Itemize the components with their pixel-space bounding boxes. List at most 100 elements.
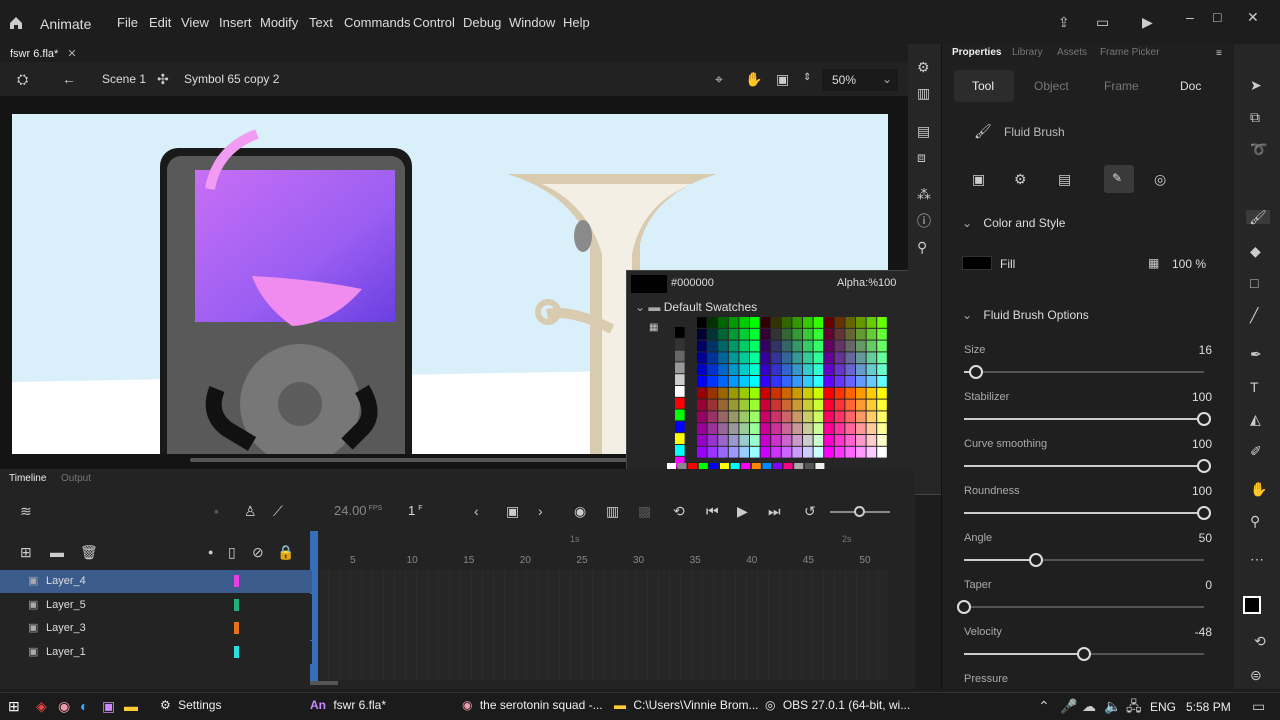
add-folder-icon[interactable]: ▬ (50, 545, 64, 559)
prev-keyframe-icon[interactable]: ‹ (474, 504, 479, 518)
swatch-cell[interactable] (739, 328, 749, 340)
clock[interactable]: 5:58 PM (1186, 700, 1231, 714)
swatch-cell[interactable] (834, 387, 845, 399)
explorer-icon[interactable]: ▬ (124, 699, 138, 713)
swatch-cell[interactable] (834, 317, 845, 328)
swatch-cell[interactable] (824, 435, 834, 446)
onion-skin-icon[interactable]: ◉ (574, 504, 586, 518)
swatch-cell[interactable] (781, 364, 792, 375)
swatch-cell[interactable] (728, 340, 739, 352)
lasso-icon[interactable]: ➰ (1250, 142, 1267, 156)
swatch-folder[interactable]: ⌄ ▬ Default Swatches (635, 300, 757, 314)
swatch-cell[interactable] (771, 387, 781, 399)
menu-insert[interactable]: Insert (219, 15, 252, 30)
play-icon[interactable]: ▶ (1142, 15, 1153, 29)
layer-name[interactable]: Layer_5 (46, 599, 86, 611)
menu-help[interactable]: Help (563, 15, 590, 30)
swatch-cell[interactable] (739, 352, 749, 364)
swatch-cell[interactable] (781, 328, 792, 340)
menu-modify[interactable]: Modify (260, 15, 298, 30)
swatch-cell[interactable] (697, 387, 707, 399)
swatch-cell[interactable] (750, 411, 760, 423)
free-transform-icon[interactable]: ⧉ (1250, 110, 1260, 124)
swatch-cell[interactable] (792, 352, 802, 364)
swatch-cell[interactable] (877, 446, 887, 458)
workspace-icon[interactable]: ▭ (1096, 15, 1109, 29)
swatch-cell[interactable] (675, 350, 685, 362)
clip-icon[interactable]: ▣ (776, 72, 789, 86)
menu-view[interactable]: View (181, 15, 209, 30)
home-icon[interactable] (8, 15, 24, 31)
swatch-cell[interactable] (750, 446, 760, 458)
more-tools-icon[interactable]: ⋯ (1250, 552, 1264, 566)
layer-color-swatch[interactable] (234, 622, 239, 634)
swatch-cell[interactable] (718, 340, 728, 352)
swatch-cell[interactable] (781, 376, 792, 387)
fill-swatch[interactable] (962, 256, 992, 270)
volume-icon[interactable]: 🔈 (1104, 699, 1121, 713)
swatch-cell[interactable] (877, 435, 887, 446)
stroke-color-swatch[interactable] (1243, 596, 1261, 614)
slider-knob[interactable] (1197, 412, 1211, 426)
slider-knob[interactable] (1029, 553, 1043, 567)
swatch-cell[interactable] (877, 423, 887, 434)
swatch-cell[interactable] (803, 376, 813, 387)
swatch-cell[interactable] (781, 423, 792, 434)
swatch-cell[interactable] (834, 399, 845, 411)
notifications-icon[interactable]: ▭ (1252, 699, 1265, 713)
center-stage-icon[interactable]: ⌖ (715, 72, 723, 86)
swatch-cell[interactable] (707, 364, 718, 375)
align-icon[interactable]: ▤ (917, 124, 930, 138)
layer-color-swatch[interactable] (234, 575, 239, 587)
swatch-cell[interactable] (866, 423, 877, 434)
rectangle-icon[interactable]: □ (1250, 276, 1258, 290)
step-forward-icon[interactable]: ⏭ (768, 504, 781, 518)
swatch-cell[interactable] (866, 411, 877, 423)
swatch-cell[interactable] (781, 352, 792, 364)
swatch-cell[interactable] (707, 387, 718, 399)
back-arrow-icon[interactable]: ← (62, 72, 76, 86)
tab-timeline[interactable]: Timeline (9, 473, 46, 484)
motion-icon[interactable]: ⚙ (917, 60, 930, 74)
swatch-cell[interactable] (877, 387, 887, 399)
swatch-cell[interactable] (845, 364, 855, 375)
swatch-cell[interactable] (781, 399, 792, 411)
animate-taskbar-icon[interactable]: ▣ (102, 699, 115, 713)
swatch-cell[interactable] (866, 317, 877, 328)
swatch-cell[interactable] (760, 340, 771, 352)
swatch-cell[interactable] (707, 399, 718, 411)
swatch-cell[interactable] (824, 423, 834, 434)
swatch-cell[interactable] (739, 364, 749, 375)
swatch-cell[interactable] (697, 364, 707, 375)
swatch-cell[interactable] (866, 328, 877, 340)
swatch-cell[interactable] (707, 423, 718, 434)
swatch-cell[interactable] (675, 386, 685, 397)
swatch-cell[interactable] (803, 317, 813, 328)
swatch-cell[interactable] (771, 352, 781, 364)
next-keyframe-icon[interactable]: › (538, 504, 543, 518)
delete-layer-icon[interactable]: 🗑 (80, 545, 98, 559)
outline-icon[interactable]: ▯ (228, 545, 236, 559)
swatch-cell[interactable] (697, 399, 707, 411)
swatch-cell[interactable] (866, 387, 877, 399)
text-tool-icon[interactable]: T (1250, 380, 1259, 394)
slider-value[interactable]: 100 (1172, 484, 1212, 498)
subtab-doc[interactable]: Doc (1180, 79, 1201, 93)
swatch-cell[interactable] (771, 446, 781, 458)
camera-icon[interactable]: ▪ (214, 504, 219, 518)
timeline-zoom-slider[interactable] (830, 506, 890, 517)
swatch-cell[interactable] (771, 340, 781, 352)
swatch-cell[interactable] (824, 328, 834, 340)
swatch-cell[interactable] (803, 423, 813, 434)
swatch-cell[interactable] (813, 364, 824, 375)
swatch-cell[interactable] (803, 352, 813, 364)
swatch-cell[interactable] (760, 352, 771, 364)
lock-icon[interactable]: 🔒 (277, 545, 294, 559)
swatch-cell[interactable] (845, 423, 855, 434)
share-icon[interactable]: ⇪ (1058, 15, 1070, 29)
hand-icon[interactable]: ✋ (1250, 482, 1267, 496)
swatch-cell[interactable] (856, 423, 866, 434)
selection-icon[interactable]: ➤ (1250, 78, 1262, 92)
layer-name[interactable]: Layer_4 (46, 575, 86, 587)
swatch-cell[interactable] (813, 423, 824, 434)
